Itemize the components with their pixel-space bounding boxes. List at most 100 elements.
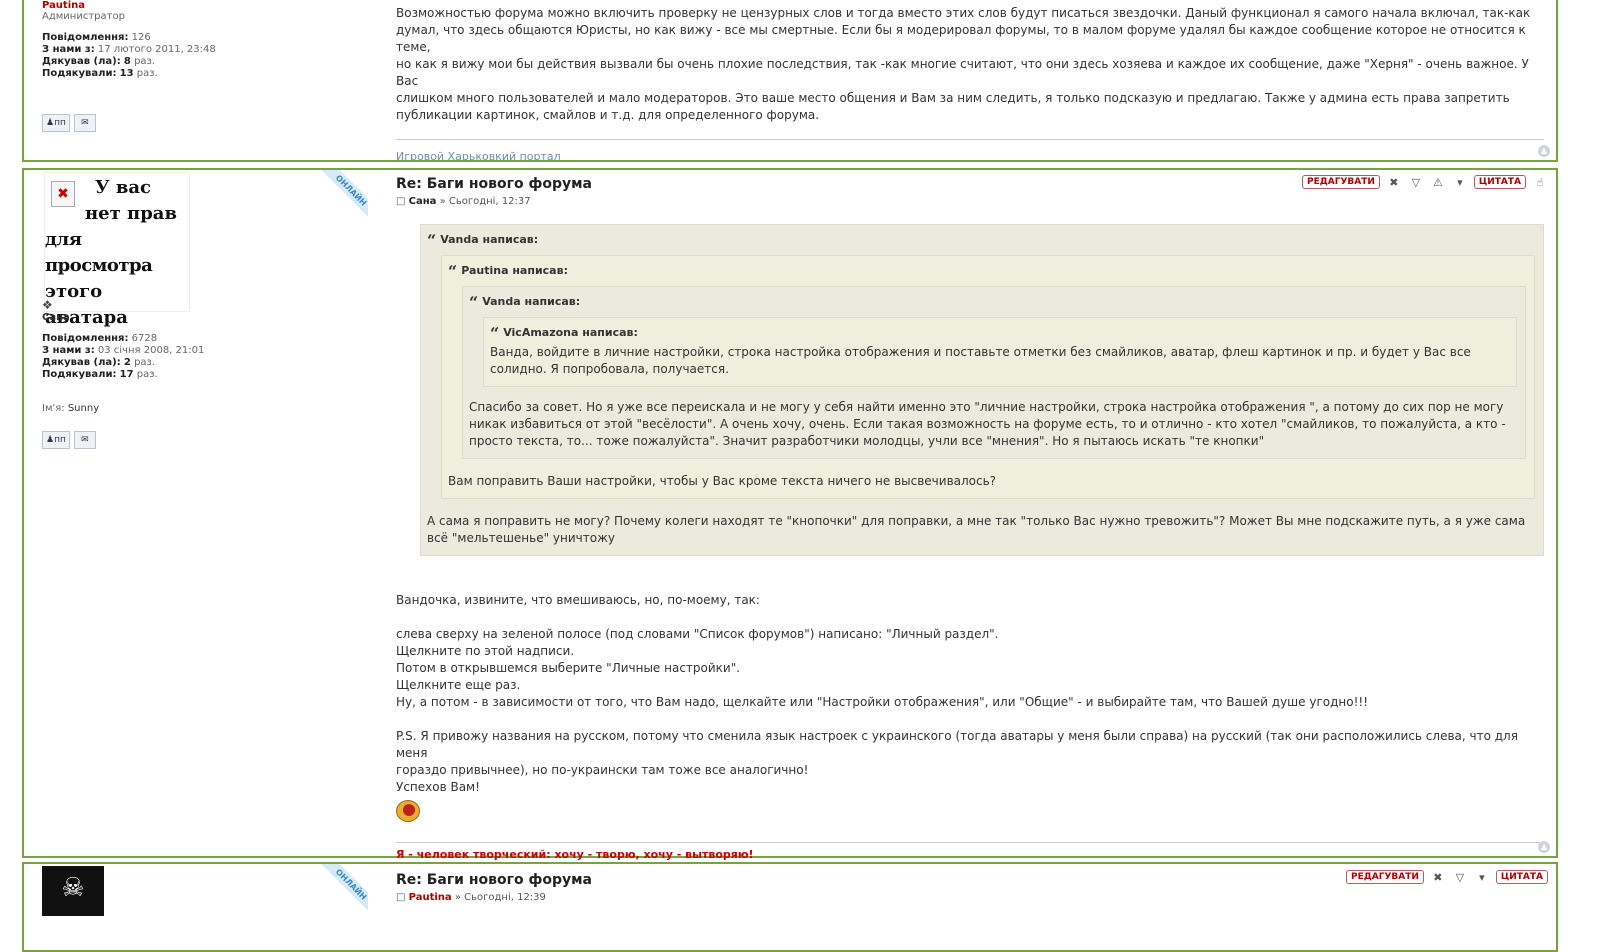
pm-button[interactable]: ♟ пп <box>42 431 70 449</box>
quote-author: Pautina написав: <box>461 264 568 277</box>
name-field-label: Ім'я: <box>42 403 65 414</box>
post-meta: □ Pautina » Сьогодні, 12:39 <box>396 889 1544 906</box>
received-count: 17 <box>119 369 134 380</box>
post-1: Pautina Администратор Повідомлення: 126 … <box>22 0 1558 165</box>
user-stats: Повідомлення: 6728 З нами з: 03 січня 20… <box>42 333 372 381</box>
quote-mark-icon: “ <box>448 262 458 281</box>
post-1-text-line: Возможностью форума можно включить прове… <box>396 6 1531 20</box>
posts-label: Повідомлення: <box>42 333 129 344</box>
received-suffix: раз. <box>133 68 158 79</box>
name-field-value: Sunny <box>67 403 100 414</box>
signature-text: Я - человек творческий: хочу - творю, хо… <box>396 848 754 861</box>
thanked-suffix: раз. <box>130 56 156 67</box>
quote-mark-icon: “ <box>469 293 479 312</box>
post-2-text-line <box>396 711 1544 728</box>
quote-header: “Pautina написав: <box>448 262 1526 280</box>
joined-date: 17 лютого 2011, 23:48 <box>97 44 216 55</box>
quote-header: “Vanda написав: <box>469 293 1517 311</box>
online-ribbon: ОНЛАЙН <box>312 864 368 920</box>
quote-author: VicAmazona написав: <box>503 326 638 339</box>
profile-buttons: ♟ пп ✉ <box>42 431 96 449</box>
user-icon: ♟ <box>46 435 55 445</box>
pm-button[interactable]: ♟ пп <box>42 114 70 132</box>
thanked-label: Дякував (ла): <box>42 56 121 67</box>
avatar: ✖ У вас нет прав для просмотра этого ава… <box>44 172 190 328</box>
back-to-top-icon[interactable]: ▲ <box>1538 145 1550 157</box>
quote-vanda-inner: “Vanda написав: “VicAmazona написав: Ван… <box>462 286 1526 459</box>
pm-label: пп <box>54 118 66 128</box>
post-1-profile: Pautina Администратор Повідомлення: 126 … <box>42 0 372 80</box>
smiley-icon <box>396 800 420 822</box>
quote-pautina: “Pautina написав: “Vanda написав: “VicAm… <box>441 255 1535 499</box>
post-icon: □ <box>396 892 406 903</box>
post-title[interactable]: Re: Баги нового форума <box>396 176 1544 193</box>
post-2-text: Вандочка, извините, что вмешиваюсь, но, … <box>396 592 1544 796</box>
quote-author: Vanda написав: <box>482 295 581 308</box>
quote-text: Спасибо за совет. Но я уже все переискал… <box>469 400 1506 448</box>
signature-link[interactable]: Игровой Харьковкий портал <box>396 150 561 163</box>
email-button[interactable]: ✉ <box>73 431 96 449</box>
received-suffix: раз. <box>133 369 158 380</box>
post-author[interactable]: Сана <box>409 196 437 207</box>
quote-text: Ванда, войдите в личние настройки, строк… <box>490 345 1471 376</box>
username[interactable]: Pautina <box>42 0 372 11</box>
posts-count: 6728 <box>131 333 158 344</box>
avatar-line-2: нет прав <box>85 203 177 224</box>
avatar-line-3: для просмотра <box>45 229 153 276</box>
received-label: Подякували: <box>42 369 117 380</box>
post-2-content: Re: Баги нового форума □ Сана » Сьогодні… <box>396 176 1544 863</box>
profile-buttons: ♟ пп ✉ <box>42 114 96 132</box>
posts-count: 126 <box>131 32 151 43</box>
received-label: Подякували: <box>42 68 117 79</box>
post-2-text-line: P.S. Я привожу названия на русском, пото… <box>396 729 1518 760</box>
avatar-line-1: У вас <box>95 177 152 198</box>
online-label: ОНЛАЙН <box>314 864 368 920</box>
thanked-label: Дякував (ла): <box>42 357 121 368</box>
post-2-text-line <box>396 609 1544 626</box>
signature-divider: Я - человек творческий: хочу - творю, хо… <box>396 842 1544 863</box>
quote-text: Вам поправить Ваши настройки, чтобы у Ва… <box>448 474 997 488</box>
joined-date: 03 січня 2008, 21:01 <box>97 345 205 356</box>
username[interactable]: Сана <box>42 312 372 323</box>
post-2-text-line: слева сверху на зеленой полосе (под слов… <box>396 627 999 641</box>
quote-vicamazona: “VicAmazona написав: Ванда, войдите в ли… <box>483 317 1517 387</box>
post-meta: □ Сана » Сьогодні, 12:37 <box>396 193 1544 210</box>
post-2: ✖ У вас нет прав для просмотра этого ава… <box>22 168 1558 861</box>
pm-label: пп <box>54 435 66 445</box>
quote-mark-icon: “ <box>427 231 437 250</box>
rank-icon: ❖ <box>42 298 53 312</box>
envelope-icon: ✉ <box>81 118 89 128</box>
quote-header: “Vanda написав: <box>427 231 1535 249</box>
post-2-text-line: Успехов Вам! <box>396 780 480 794</box>
joined-label: З нами з: <box>42 44 95 55</box>
thanked-count: 8 <box>123 56 131 67</box>
quote-author: Vanda написав: <box>440 233 539 246</box>
quote-text: А сама я поправить не могу? Почему колег… <box>427 514 1526 545</box>
post-3: ☠ ОНЛАЙН РЕДАГУВАТИ ✖ ▽ ▾ ЦИТАТА Re: Баг… <box>22 862 1558 952</box>
post-time: » Сьогодні, 12:37 <box>436 196 531 207</box>
email-button[interactable]: ✉ <box>73 114 96 132</box>
quote-mark-icon: “ <box>490 324 500 343</box>
thanked-count: 2 <box>123 357 131 368</box>
quote-header: “VicAmazona написав: <box>490 324 1508 342</box>
post-1-text: Возможностью форума можно включить прове… <box>396 5 1544 124</box>
joined-label: З нами з: <box>42 345 95 356</box>
signature-divider: Игровой Харьковкий портал <box>396 139 1544 165</box>
post-2-text-line: Ну, а потом - в зависимости от того, что… <box>396 695 1369 709</box>
post-2-text-line: Щелкните еще раз. <box>396 678 521 692</box>
post-2-text-line: Щелкните по этой надписи. <box>396 644 575 658</box>
post-time: » Сьогодні, 12:39 <box>451 892 546 903</box>
thanked-suffix: раз. <box>130 357 156 368</box>
post-icon: □ <box>396 196 406 207</box>
post-1-content: Возможностью форума можно включить прове… <box>396 5 1544 165</box>
online-label: ОНЛАЙН <box>314 170 368 226</box>
posts-label: Повідомлення: <box>42 32 129 43</box>
post-2-text-line: Вандочка, извините, что вмешиваюсь, но, … <box>396 593 760 607</box>
post-1-text-line: думал, что здесь общаются Юристы, но как… <box>396 23 1526 54</box>
post-title[interactable]: Re: Баги нового форума <box>396 872 1544 889</box>
post-author[interactable]: Pautina <box>409 892 452 903</box>
user-real-name: Ім'я: Sunny <box>42 403 372 414</box>
post-1-text-line: публикации картинок, смайлов и т.д. для … <box>396 108 820 122</box>
post-2-profile: ❖ Сана Повідомлення: 6728 З нами з: 03 с… <box>42 298 372 414</box>
back-to-top-icon[interactable]: ▲ <box>1538 841 1550 853</box>
